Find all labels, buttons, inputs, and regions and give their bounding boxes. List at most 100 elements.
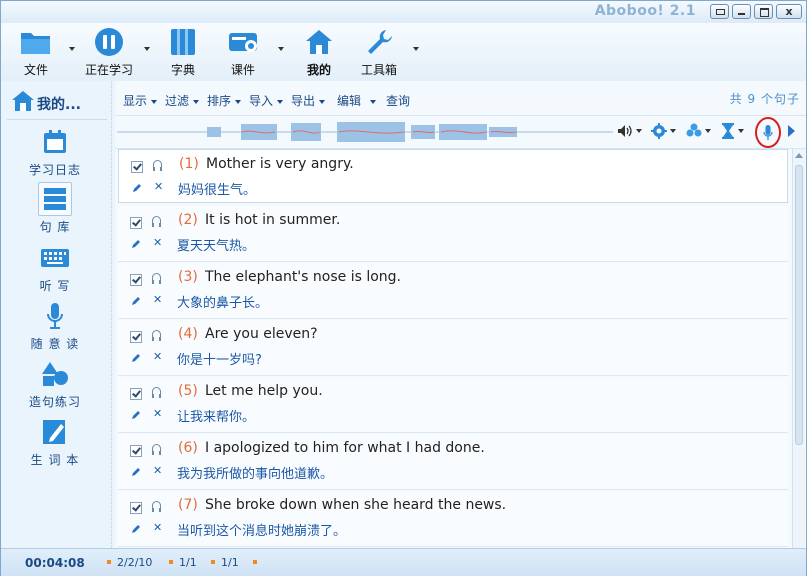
volume-button[interactable] — [617, 122, 642, 140]
headphones-icon[interactable] — [152, 273, 161, 284]
sentence-number: (4) — [178, 326, 198, 342]
settings-button[interactable] — [651, 122, 676, 140]
status-bar: 00:04:08 2/2/10 1/1 1/1 — [1, 548, 806, 576]
menu-export[interactable]: 导出 — [291, 92, 326, 109]
menu-sort[interactable]: 排序 — [207, 92, 242, 109]
sentence-row[interactable]: (2) It is hot in summer. ✕ 夏天天气热。 — [118, 206, 788, 262]
menu-display[interactable]: 显示 — [123, 92, 158, 109]
list-icon — [38, 182, 72, 216]
sentence-chinese: 妈妈很生气。 — [178, 183, 257, 198]
toolbar-file-label: 文件 — [23, 63, 48, 77]
menu-import-label: 导入 — [249, 94, 274, 108]
sentence-row[interactable]: (3) The elephant's nose is long. ✕ 大象的鼻子长。 — [118, 263, 788, 319]
toolbar-dictionary-button[interactable]: 字典 — [158, 23, 208, 78]
sentence-english: Are you eleven? — [205, 326, 318, 342]
toolbar-courseware-button[interactable]: 课件 — [218, 23, 268, 78]
sentence-checkbox[interactable] — [130, 502, 142, 514]
record-button[interactable] — [755, 117, 781, 148]
menu-query[interactable]: 查询 — [386, 92, 410, 109]
headphones-icon[interactable] — [152, 444, 161, 455]
sentence-number: (5) — [178, 383, 198, 399]
file-dropdown-arrow[interactable] — [69, 47, 75, 51]
maximize-button[interactable] — [754, 4, 773, 19]
close-button[interactable]: x — [776, 4, 802, 19]
sidebar-item-sentence-practice[interactable]: 造句练习 — [9, 357, 101, 410]
sidebar-item-study-log[interactable]: 学习日志 — [9, 125, 101, 178]
menu-import[interactable]: 导入 — [249, 92, 284, 109]
scroll-up-icon[interactable] — [795, 153, 803, 158]
pencil-icon[interactable] — [131, 353, 141, 363]
pencil-icon[interactable] — [131, 296, 141, 306]
chevron-down-icon — [370, 99, 377, 104]
sentence-checkbox[interactable] — [130, 274, 142, 286]
sentence-row[interactable]: (5) Let me help you. ✕ 让我来帮你。 — [118, 377, 788, 433]
toolbar-toolbox-button[interactable]: 工具箱 — [354, 23, 404, 78]
pencil-icon[interactable] — [131, 524, 141, 534]
sentence-english: She broke down when she heard the news. — [205, 497, 507, 513]
headphones-icon[interactable] — [153, 160, 162, 171]
headphones-icon[interactable] — [152, 216, 161, 227]
chevron-down-icon — [636, 129, 642, 133]
sentence-chinese: 我为我所做的事向他道歉。 — [177, 467, 334, 482]
toolbar-file-button[interactable]: 文件 — [11, 23, 61, 78]
sentence-row[interactable]: (4) Are you eleven? ✕ 你是十一岁吗? — [118, 320, 788, 376]
sentence-chinese: 大象的鼻子长。 — [177, 296, 269, 311]
sentence-row[interactable]: (1) Mother is very angry. ✕ 妈妈很生气。 — [118, 149, 788, 203]
app-window: Aboboo! 2.1 x 文件 正在学习 字典 课件 我的 工具箱 我的...… — [0, 0, 807, 576]
delete-icon[interactable]: ✕ — [153, 236, 162, 249]
pencil-icon[interactable] — [132, 183, 142, 193]
sentence-row[interactable]: (7) She broke down when she heard the new… — [118, 491, 788, 547]
toolbar-studying-button[interactable]: 正在学习 — [84, 23, 134, 78]
sidebar-item-sentence-bank[interactable]: 句 库 — [9, 182, 101, 235]
toolbox-dropdown-arrow[interactable] — [413, 47, 419, 51]
delete-icon[interactable]: ✕ — [153, 464, 162, 477]
sentence-chinese: 当听到这个消息时她崩溃了。 — [177, 524, 347, 539]
sentence-checkbox[interactable] — [130, 445, 142, 457]
minimize-button[interactable] — [732, 4, 751, 19]
sidebar-item-dictation[interactable]: 听 写 — [9, 241, 101, 294]
delete-icon[interactable]: ✕ — [153, 293, 162, 306]
headphones-icon[interactable] — [152, 387, 161, 398]
courseware-dropdown-arrow[interactable] — [278, 47, 284, 51]
pause-icon — [91, 25, 127, 59]
delete-icon[interactable]: ✕ — [153, 521, 162, 534]
notebook-pencil-icon — [38, 415, 72, 449]
sentence-checkbox[interactable] — [130, 217, 142, 229]
pencil-icon[interactable] — [131, 410, 141, 420]
delete-icon[interactable]: ✕ — [154, 180, 163, 193]
pin-window-button[interactable] — [710, 4, 729, 19]
menu-query-label: 查询 — [386, 94, 411, 108]
scrollbar-thumb[interactable] — [795, 165, 803, 445]
sentence-row[interactable]: (6) I apologized to him for what I had do… — [118, 434, 788, 490]
chevron-down-icon — [235, 99, 242, 104]
toolbar-mine-label: 我的 — [306, 63, 331, 77]
timer-button[interactable] — [721, 122, 744, 140]
sidebar-header[interactable]: 我的... — [7, 85, 107, 120]
sidebar-item-vocabulary[interactable]: 生 词 本 — [9, 415, 101, 468]
vertical-scrollbar[interactable] — [792, 149, 805, 548]
sentence-checkbox[interactable] — [130, 388, 142, 400]
sentence-checkbox[interactable] — [130, 331, 142, 343]
studying-dropdown-arrow[interactable] — [144, 47, 150, 51]
toolbar-dictionary-label: 字典 — [170, 63, 195, 77]
headphones-icon[interactable] — [152, 330, 161, 341]
delete-icon[interactable]: ✕ — [153, 407, 162, 420]
toolbar-mine-button[interactable]: 我的 — [294, 23, 344, 78]
sidebar-item-free-reading[interactable]: 随 意 读 — [9, 299, 101, 352]
menu-filter[interactable]: 过滤 — [165, 92, 200, 109]
audio-waveform[interactable] — [117, 118, 613, 146]
sentence-english: Let me help you. — [205, 383, 323, 399]
effects-button[interactable] — [686, 122, 711, 140]
sentence-checkbox[interactable] — [131, 161, 143, 173]
play-icon[interactable] — [788, 125, 795, 137]
sentence-english: Mother is very angry. — [206, 156, 354, 172]
delete-icon[interactable]: ✕ — [153, 350, 162, 363]
headphones-icon[interactable] — [152, 501, 161, 512]
hourglass-icon — [722, 123, 734, 139]
pencil-icon[interactable] — [131, 467, 141, 477]
status-dot-icon — [107, 560, 111, 564]
sentence-number: (3) — [178, 269, 198, 285]
pencil-icon[interactable] — [131, 239, 141, 249]
menu-edit[interactable]: 编辑 — [337, 92, 377, 109]
status-progress: 2/2/10 — [117, 556, 153, 569]
